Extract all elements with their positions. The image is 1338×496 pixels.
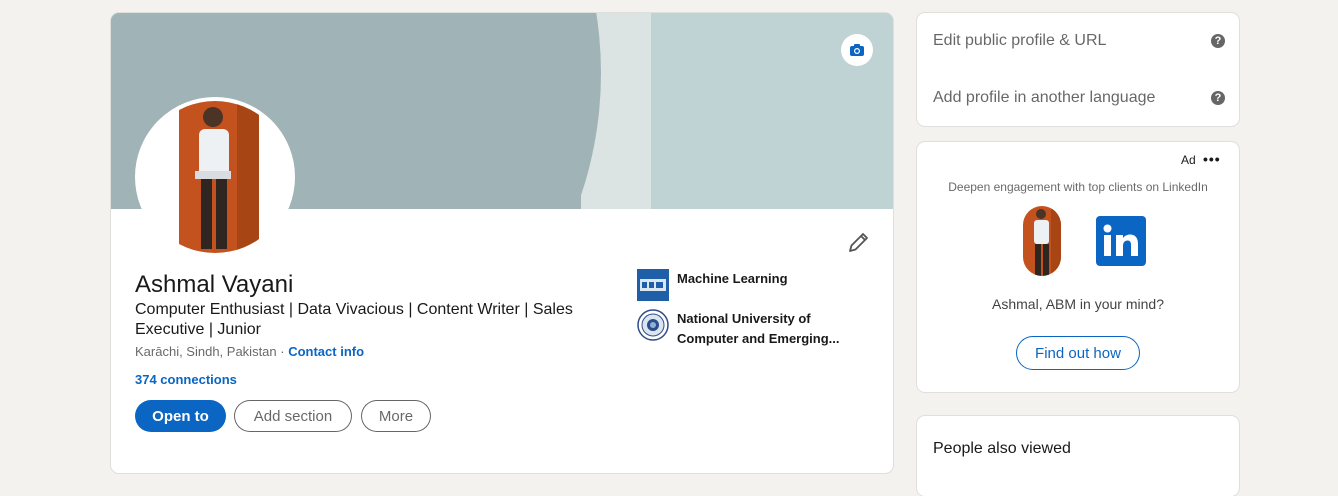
machine-learning-logo-icon [637,269,669,301]
edit-public-profile-label: Edit public profile & URL [933,32,1107,49]
profile-headline: Computer Enthusiast | Data Vivacious | C… [135,301,573,338]
ad-card: Ad ••• Deepen engagement with top client… [917,142,1239,392]
edit-banner-camera-button[interactable] [841,34,873,66]
profile-photo[interactable] [135,97,295,257]
connections-link[interactable]: 374 connections [135,372,237,387]
profile-location-line: Karāchi, Sindh, Pakistan · Contact info [135,344,364,359]
profile-settings-card: Edit public profile & URL ? Add profile … [917,13,1239,126]
pencil-icon [849,233,868,252]
experience-item-machine-learning[interactable]: Machine Learning [637,269,857,301]
ad-member-photo [1023,206,1061,276]
ad-tagline: Deepen engagement with top clients on Li… [948,180,1208,194]
linkedin-logo-icon [1096,216,1146,266]
experience-item-university[interactable]: National University of Computer and Emer… [637,309,857,349]
more-button[interactable]: More [361,400,431,432]
edit-public-profile-link[interactable]: Edit public profile & URL ? [933,32,1225,50]
ad-options-icon[interactable]: ••• [1203,151,1221,167]
experience-label: Machine Learning [677,271,788,286]
contact-info-link[interactable]: Contact info [288,344,364,359]
people-also-viewed-card: People also viewed [917,416,1239,496]
location-separator: · [276,344,289,359]
add-profile-language-label: Add profile in another language [933,89,1156,106]
help-icon[interactable]: ? [1211,91,1225,105]
profile-location: Karāchi, Sindh, Pakistan [135,344,277,359]
find-out-how-button[interactable]: Find out how [1016,336,1140,370]
edit-intro-button[interactable] [844,229,872,257]
profile-name: Ashmal Vayani [135,271,294,298]
profile-card: Ashmal Vayani Computer Enthusiast | Data… [111,13,893,473]
experience-label: National University of Computer and Emer… [677,311,840,346]
ad-text: Ashmal, ABM in your mind? [992,296,1164,312]
add-section-button[interactable]: Add section [234,400,352,432]
linkedin-logo-graphic [1103,224,1138,256]
add-profile-language-link[interactable]: Add profile in another language ? [933,89,1225,107]
people-also-viewed-title: People also viewed [933,440,1071,457]
ad-member-photo-image [1023,206,1061,276]
help-icon[interactable]: ? [1211,34,1225,48]
university-seal-icon [637,309,669,341]
open-to-button[interactable]: Open to [135,400,226,432]
camera-icon [850,44,864,56]
ad-label: Ad [1181,153,1196,167]
profile-photo-image [139,101,291,253]
